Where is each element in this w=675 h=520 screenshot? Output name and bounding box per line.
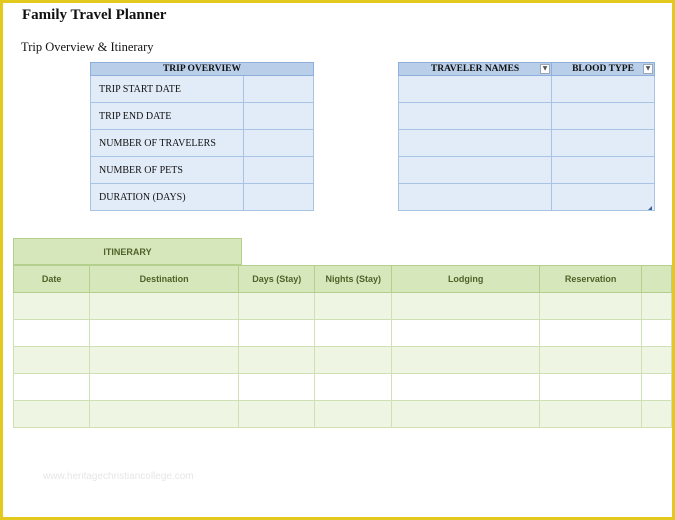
itinerary-cell[interactable] bbox=[12, 400, 91, 428]
table-row bbox=[12, 346, 672, 374]
overview-label-start-date: TRIP START DATE bbox=[90, 75, 244, 103]
itinerary-cell[interactable] bbox=[89, 319, 240, 347]
table-row bbox=[12, 319, 672, 347]
blood-type-cell[interactable] bbox=[551, 156, 655, 184]
itinerary-cell[interactable] bbox=[314, 346, 392, 374]
filter-dropdown-icon[interactable]: ▼ bbox=[540, 64, 550, 74]
itinerary-banner: ITINERARY bbox=[13, 238, 242, 265]
itinerary-header-lodging: Lodging bbox=[390, 265, 541, 293]
itinerary-cell[interactable] bbox=[314, 292, 392, 320]
itinerary-header-date: Date bbox=[12, 265, 91, 293]
trip-overview-table: TRIP OVERVIEW TRIP START DATE TRIP END D… bbox=[90, 62, 314, 211]
trip-overview-header: TRIP OVERVIEW bbox=[90, 62, 314, 76]
blood-type-header-label: BLOOD TYPE bbox=[572, 64, 634, 74]
itinerary-cell[interactable] bbox=[12, 292, 91, 320]
blood-type-cell[interactable] bbox=[551, 102, 655, 130]
table-row bbox=[12, 292, 672, 320]
itinerary-cell[interactable] bbox=[390, 400, 541, 428]
watermark-text: www.heritagechristiancollege.com bbox=[43, 471, 194, 482]
itinerary-cell[interactable] bbox=[314, 373, 392, 401]
itinerary-header-destination: Destination bbox=[89, 265, 240, 293]
itinerary-cell[interactable] bbox=[89, 346, 240, 374]
page-title: Family Travel Planner bbox=[22, 7, 167, 23]
itinerary-cell[interactable] bbox=[12, 373, 91, 401]
traveler-name-cell[interactable] bbox=[398, 156, 552, 184]
traveler-name-cell[interactable] bbox=[398, 183, 552, 211]
overview-value-pets[interactable] bbox=[243, 156, 314, 184]
itinerary-cell[interactable] bbox=[539, 319, 642, 347]
overview-value-start-date[interactable] bbox=[243, 75, 314, 103]
itinerary-cell[interactable] bbox=[539, 373, 642, 401]
traveler-name-cell[interactable] bbox=[398, 75, 552, 103]
table-row bbox=[12, 400, 672, 428]
itinerary-cell[interactable] bbox=[640, 373, 672, 401]
itinerary-cell[interactable] bbox=[238, 373, 316, 401]
itinerary-header-nights: Nights (Stay) bbox=[314, 265, 392, 293]
table-resize-handle-icon[interactable] bbox=[648, 206, 652, 210]
itinerary-cell[interactable] bbox=[314, 400, 392, 428]
itinerary-cell[interactable] bbox=[539, 346, 642, 374]
traveler-table: TRAVELER NAMES ▼ BLOOD TYPE ▼ bbox=[398, 62, 655, 211]
blood-type-header[interactable]: BLOOD TYPE ▼ bbox=[551, 62, 655, 76]
itinerary-cell[interactable] bbox=[89, 373, 240, 401]
itinerary-cell[interactable] bbox=[314, 319, 392, 347]
itinerary-header-days: Days (Stay) bbox=[238, 265, 316, 293]
itinerary-header-reservation: Reservation bbox=[539, 265, 642, 293]
page-subtitle: Trip Overview & Itinerary bbox=[21, 40, 154, 54]
itinerary-header-extra bbox=[640, 265, 672, 293]
itinerary-cell[interactable] bbox=[238, 292, 316, 320]
blood-type-cell[interactable] bbox=[551, 129, 655, 157]
itinerary-cell[interactable] bbox=[390, 319, 541, 347]
blood-type-cell[interactable] bbox=[551, 75, 655, 103]
overview-label-travelers: NUMBER OF TRAVELERS bbox=[90, 129, 244, 157]
overview-value-duration[interactable] bbox=[243, 183, 314, 211]
itinerary-cell[interactable] bbox=[390, 292, 541, 320]
table-row bbox=[12, 373, 672, 401]
itinerary-cell[interactable] bbox=[539, 400, 642, 428]
overview-value-travelers[interactable] bbox=[243, 129, 314, 157]
overview-label-duration: DURATION (DAYS) bbox=[90, 183, 244, 211]
itinerary-cell[interactable] bbox=[89, 292, 240, 320]
itinerary-cell[interactable] bbox=[12, 319, 91, 347]
itinerary-cell[interactable] bbox=[238, 319, 316, 347]
itinerary-cell[interactable] bbox=[238, 346, 316, 374]
itinerary-cell[interactable] bbox=[238, 400, 316, 428]
itinerary-cell[interactable] bbox=[539, 292, 642, 320]
itinerary-cell[interactable] bbox=[12, 346, 91, 374]
itinerary-cell[interactable] bbox=[89, 400, 240, 428]
traveler-name-cell[interactable] bbox=[398, 129, 552, 157]
traveler-names-header-label: TRAVELER NAMES bbox=[430, 64, 520, 74]
worksheet-frame: Family Travel Planner Trip Overview & It… bbox=[0, 0, 675, 520]
overview-value-end-date[interactable] bbox=[243, 102, 314, 130]
itinerary-cell[interactable] bbox=[640, 400, 672, 428]
itinerary-cell[interactable] bbox=[640, 346, 672, 374]
itinerary-table: Date Destination Days (Stay) Nights (Sta… bbox=[12, 265, 672, 428]
itinerary-cell[interactable] bbox=[640, 292, 672, 320]
itinerary-cell[interactable] bbox=[390, 346, 541, 374]
traveler-name-cell[interactable] bbox=[398, 102, 552, 130]
traveler-names-header[interactable]: TRAVELER NAMES ▼ bbox=[398, 62, 552, 76]
itinerary-cell[interactable] bbox=[640, 319, 672, 347]
overview-label-pets: NUMBER OF PETS bbox=[90, 156, 244, 184]
overview-label-end-date: TRIP END DATE bbox=[90, 102, 244, 130]
itinerary-cell[interactable] bbox=[390, 373, 541, 401]
filter-dropdown-icon[interactable]: ▼ bbox=[643, 64, 653, 74]
blood-type-cell[interactable] bbox=[551, 183, 655, 211]
